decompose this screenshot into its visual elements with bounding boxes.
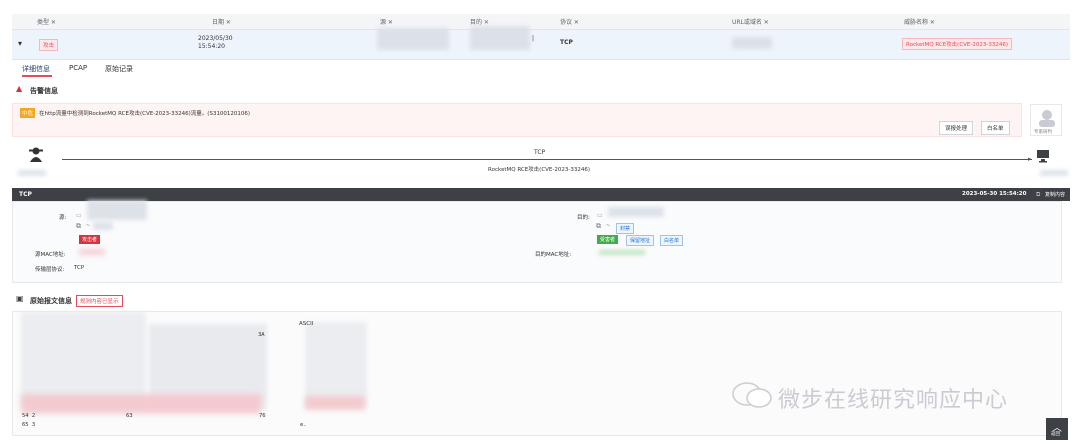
hex-row-1: 54 2 <box>22 413 36 419</box>
tab-active-indicator <box>22 75 52 77</box>
rule-content-tag[interactable]: 规则内容已显示 <box>76 295 123 307</box>
dst-host-icon: ⧉ <box>596 222 601 230</box>
redacted-src-mac <box>79 249 105 255</box>
false-positive-button[interactable]: 误报处理 <box>939 121 974 135</box>
redacted-attacker-ip <box>18 170 46 176</box>
tab-details[interactable]: 详细信息 <box>22 64 50 74</box>
src-host-icon: ⧉ <box>76 222 81 230</box>
copy-content-button[interactable]: 复制内容 <box>1045 191 1065 198</box>
transport-value: TCP <box>74 265 85 271</box>
expert-card[interactable]: 专家研判 <box>1030 104 1062 136</box>
threat-tag[interactable]: RocketMQ RCE攻击(CVE-2023-33246) <box>902 38 1013 50</box>
col-type[interactable]: 类型 ✕ <box>37 17 56 26</box>
hex-row-1b: 63 <box>126 413 133 419</box>
dst-label: 目的: <box>577 215 590 221</box>
flow-arrow-icon: ▸ <box>1028 155 1032 163</box>
session-bar: TCP 2023-05-30 15:54:20 ⧉ 复制内容 <box>12 188 1070 201</box>
tab-pcap[interactable]: PCAP <box>69 64 87 72</box>
col-url[interactable]: URL或域名 ✕ <box>732 17 769 26</box>
src-label: 源: <box>59 215 67 221</box>
hex-row-2: 65 3 <box>22 422 36 428</box>
dst-flag-icon: ▭ <box>597 212 603 219</box>
dst-mac-label: 目的MAC地址: <box>535 252 572 258</box>
type-tag: 攻击 <box>39 39 59 51</box>
expand-caret-icon[interactable]: ▾ <box>18 39 22 48</box>
redacted-victim-ip <box>1040 170 1068 176</box>
victim-tag: 受害者 <box>597 235 619 244</box>
tab-raw-record[interactable]: 原始记录 <box>105 64 133 74</box>
alert-box: 中危 在http流量中检测到RocketMQ RCE攻击(CVE-2023-33… <box>12 103 1022 137</box>
back-to-top-button[interactable]: ︿ 返回 <box>1046 418 1068 440</box>
severity-badge: 中危 <box>20 108 36 118</box>
src-flag-icon: ▭ <box>76 212 82 219</box>
highlighted-ascii <box>305 396 365 410</box>
table-header: 类型 ✕ 日期 ✕ 源 ✕ 目的 ✕ 协议 ✕ URL或域名 ✕ 威胁名称 ✕ <box>12 14 1070 30</box>
block-button[interactable]: 封禁 <box>616 223 635 234</box>
server-icon <box>1037 150 1049 163</box>
col-protocol[interactable]: 协议 ✕ <box>560 17 579 26</box>
col-dest[interactable]: 目的 ✕ <box>470 17 489 26</box>
expert-avatar-icon <box>1039 110 1055 127</box>
table-row[interactable]: ▾ 攻击 2023/05/30 15:54:20 | TCP RocketMQ … <box>12 26 1070 60</box>
watermark-text: 微步在线研究响应中心 <box>778 388 1009 413</box>
redacted-dest <box>470 26 530 50</box>
src-mac-label: 源MAC地址: <box>35 252 66 258</box>
session-protocol: TCP <box>19 191 32 198</box>
ascii-row-2: e. <box>300 422 307 428</box>
hex-row-1c: 76 <box>259 413 266 419</box>
attacker-icon <box>29 147 43 162</box>
session-detail: 源: ▭ ⧉ ~ 攻击者 源MAC地址: 传输层协议: TCP 目的: ▭ ⧉ … <box>12 200 1062 283</box>
row-time: 15:54:20 <box>198 43 225 50</box>
flow-threat: RocketMQ RCE攻击(CVE-2023-33246) <box>488 167 591 173</box>
redacted-hex-1 <box>21 312 146 407</box>
redacted-url <box>732 37 772 49</box>
raw-section-title: 原始报文信息 <box>30 297 72 305</box>
col-date[interactable]: 日期 ✕ <box>212 17 231 26</box>
whitelist-button[interactable]: 白名单 <box>981 121 1010 135</box>
redacted-src-host <box>93 222 113 230</box>
reserved-address-tag[interactable]: 保留地址 <box>626 235 655 246</box>
row-cursor: | <box>532 35 535 42</box>
flow-protocol: TCP <box>534 149 546 156</box>
col-source[interactable]: 源 ✕ <box>380 17 393 26</box>
flow-line <box>62 159 1032 160</box>
warning-icon: ▲ <box>16 84 23 93</box>
alert-message: 在http流量中检测到RocketMQ RCE攻击(CVE-2023-33246… <box>39 111 251 117</box>
attacker-tag: 攻击者 <box>79 235 101 244</box>
redacted-dst-mac <box>599 250 645 255</box>
back-to-top-label: 返回 <box>1051 432 1060 437</box>
redacted-source <box>377 28 449 50</box>
alert-section-title: 告警信息 <box>30 87 58 95</box>
redacted-src-ip <box>87 200 147 220</box>
col-threat[interactable]: 威胁名称 ✕ <box>904 17 935 26</box>
wechat-logo-icon <box>732 382 772 408</box>
ascii-label: ASCII <box>299 321 314 327</box>
whitelist-tag[interactable]: 白名单 <box>660 235 684 246</box>
packet-icon: ▣ <box>16 294 24 303</box>
copy-icon[interactable]: ⧉ <box>1036 191 1040 199</box>
session-time: 2023-05-30 15:54:20 <box>962 191 1027 197</box>
raw-packet-box: ASCII 3A 54 2 63 76 65 3 e. <box>12 311 1062 436</box>
row-protocol: TCP <box>560 39 573 46</box>
row-date: 2023/05/30 <box>198 35 233 42</box>
redacted-dst-ip <box>608 207 664 217</box>
hex-3a: 3A <box>258 332 265 338</box>
expert-label: 专家研判 <box>1034 130 1052 135</box>
redacted-ascii <box>305 322 367 407</box>
highlighted-bytes <box>21 394 261 414</box>
transport-label: 传输层协议: <box>35 267 65 273</box>
